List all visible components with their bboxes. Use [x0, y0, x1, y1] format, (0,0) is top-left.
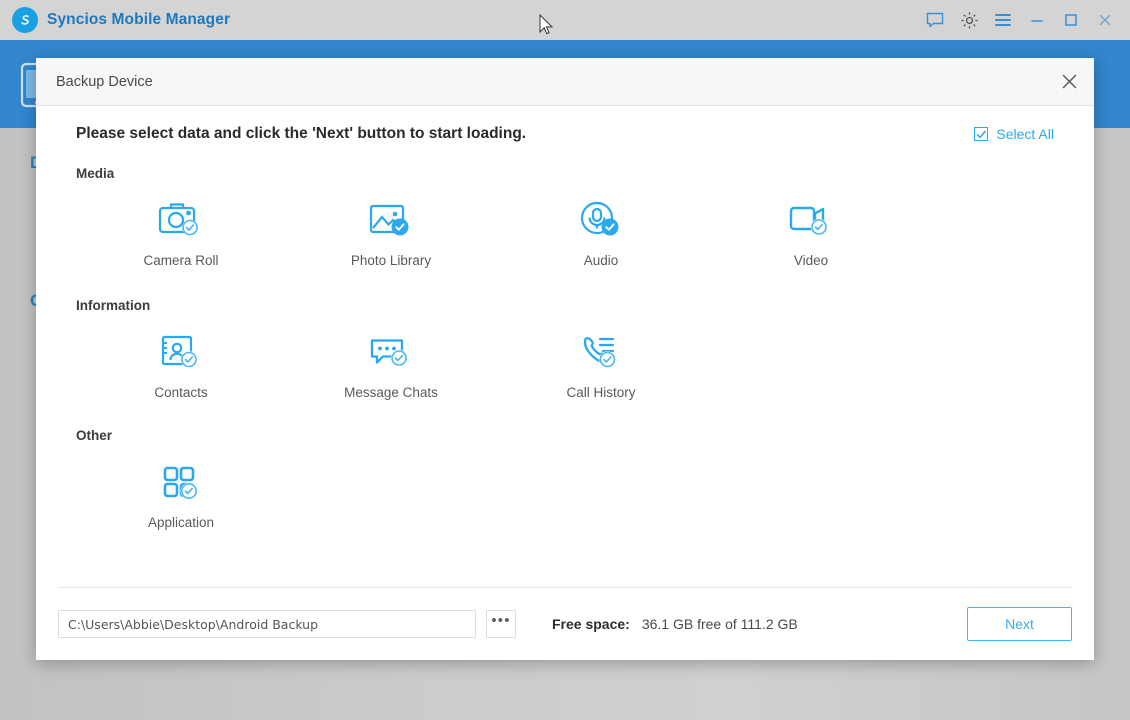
tile-label: Camera Roll	[143, 253, 219, 268]
select-all-label: Select All	[996, 126, 1054, 142]
settings-gear-icon[interactable]	[952, 0, 986, 40]
chat-bubble-icon	[364, 327, 418, 377]
tile-audio[interactable]: Audio	[496, 187, 706, 268]
camera-icon	[154, 195, 208, 245]
photo-image-icon	[364, 195, 418, 245]
free-space-value: 36.1 GB free of 111.2 GB	[641, 616, 798, 632]
phone-call-icon	[574, 327, 628, 377]
tile-application[interactable]: Application	[76, 449, 286, 530]
group-information: Information Contacts Message Chats Call …	[54, 298, 1076, 400]
tile-contacts[interactable]: Contacts	[76, 319, 286, 400]
other-tiles: Application	[76, 449, 1054, 530]
contact-card-icon	[154, 327, 208, 377]
next-button[interactable]: Next	[967, 607, 1072, 641]
dialog-body: Please select data and click the 'Next' …	[36, 106, 1094, 660]
backup-device-dialog: Backup Device Please select data and cli…	[36, 58, 1094, 660]
select-all-control[interactable]: Select All	[974, 126, 1054, 142]
group-title-information: Information	[76, 298, 151, 313]
tile-video[interactable]: Video	[706, 187, 916, 268]
dialog-title: Backup Device	[56, 73, 153, 90]
group-other: Other Application	[54, 428, 1076, 530]
dialog-footer: ••• Free space: 36.1 GB free of 111.2 GB…	[58, 587, 1072, 660]
close-icon[interactable]	[1044, 59, 1094, 105]
tile-label: Call History	[566, 385, 636, 400]
information-tiles: Contacts Message Chats Call History	[76, 319, 1054, 400]
tile-label: Contacts	[154, 385, 208, 400]
group-title-other: Other	[76, 428, 113, 443]
title-bar: Syncios Mobile Manager	[0, 0, 1130, 40]
tile-call-history[interactable]: Call History	[496, 319, 706, 400]
media-tiles: Camera Roll Photo Library Audio Video	[76, 187, 1054, 268]
dialog-header: Backup Device	[36, 58, 1094, 106]
app-grid-icon	[154, 457, 208, 507]
syncios-logo-icon	[12, 7, 38, 33]
tile-label: Message Chats	[344, 385, 438, 400]
group-media: Media Camera Roll Photo Library Audio Vi…	[54, 166, 1076, 268]
tile-photo-library[interactable]: Photo Library	[286, 187, 496, 268]
tile-label: Application	[147, 515, 215, 530]
microphone-icon	[574, 195, 628, 245]
instruction-text: Please select data and click the 'Next' …	[76, 125, 527, 142]
backup-path-input[interactable]	[58, 610, 476, 638]
maximize-icon[interactable]	[1054, 0, 1088, 40]
tile-label: Audio	[583, 253, 619, 268]
tile-message-chats[interactable]: Message Chats	[286, 319, 496, 400]
close-icon[interactable]	[1088, 0, 1122, 40]
minimize-icon[interactable]	[1020, 0, 1054, 40]
tile-camera-roll[interactable]: Camera Roll	[76, 187, 286, 268]
browse-folder-button[interactable]: •••	[486, 610, 516, 638]
feedback-icon[interactable]	[918, 0, 952, 40]
free-space-label: Free space:	[552, 616, 630, 632]
app-title: Syncios Mobile Manager	[47, 11, 231, 28]
tile-label: Photo Library	[350, 253, 432, 268]
menu-hamburger-icon[interactable]	[986, 0, 1020, 40]
tile-label: Video	[793, 253, 829, 268]
mouse-cursor	[539, 14, 553, 35]
instruction-row: Please select data and click the 'Next' …	[54, 106, 1076, 162]
group-title-media: Media	[76, 166, 115, 181]
window-controls	[918, 0, 1130, 40]
video-camera-icon	[784, 195, 838, 245]
checkbox-checked-icon[interactable]	[974, 127, 989, 141]
